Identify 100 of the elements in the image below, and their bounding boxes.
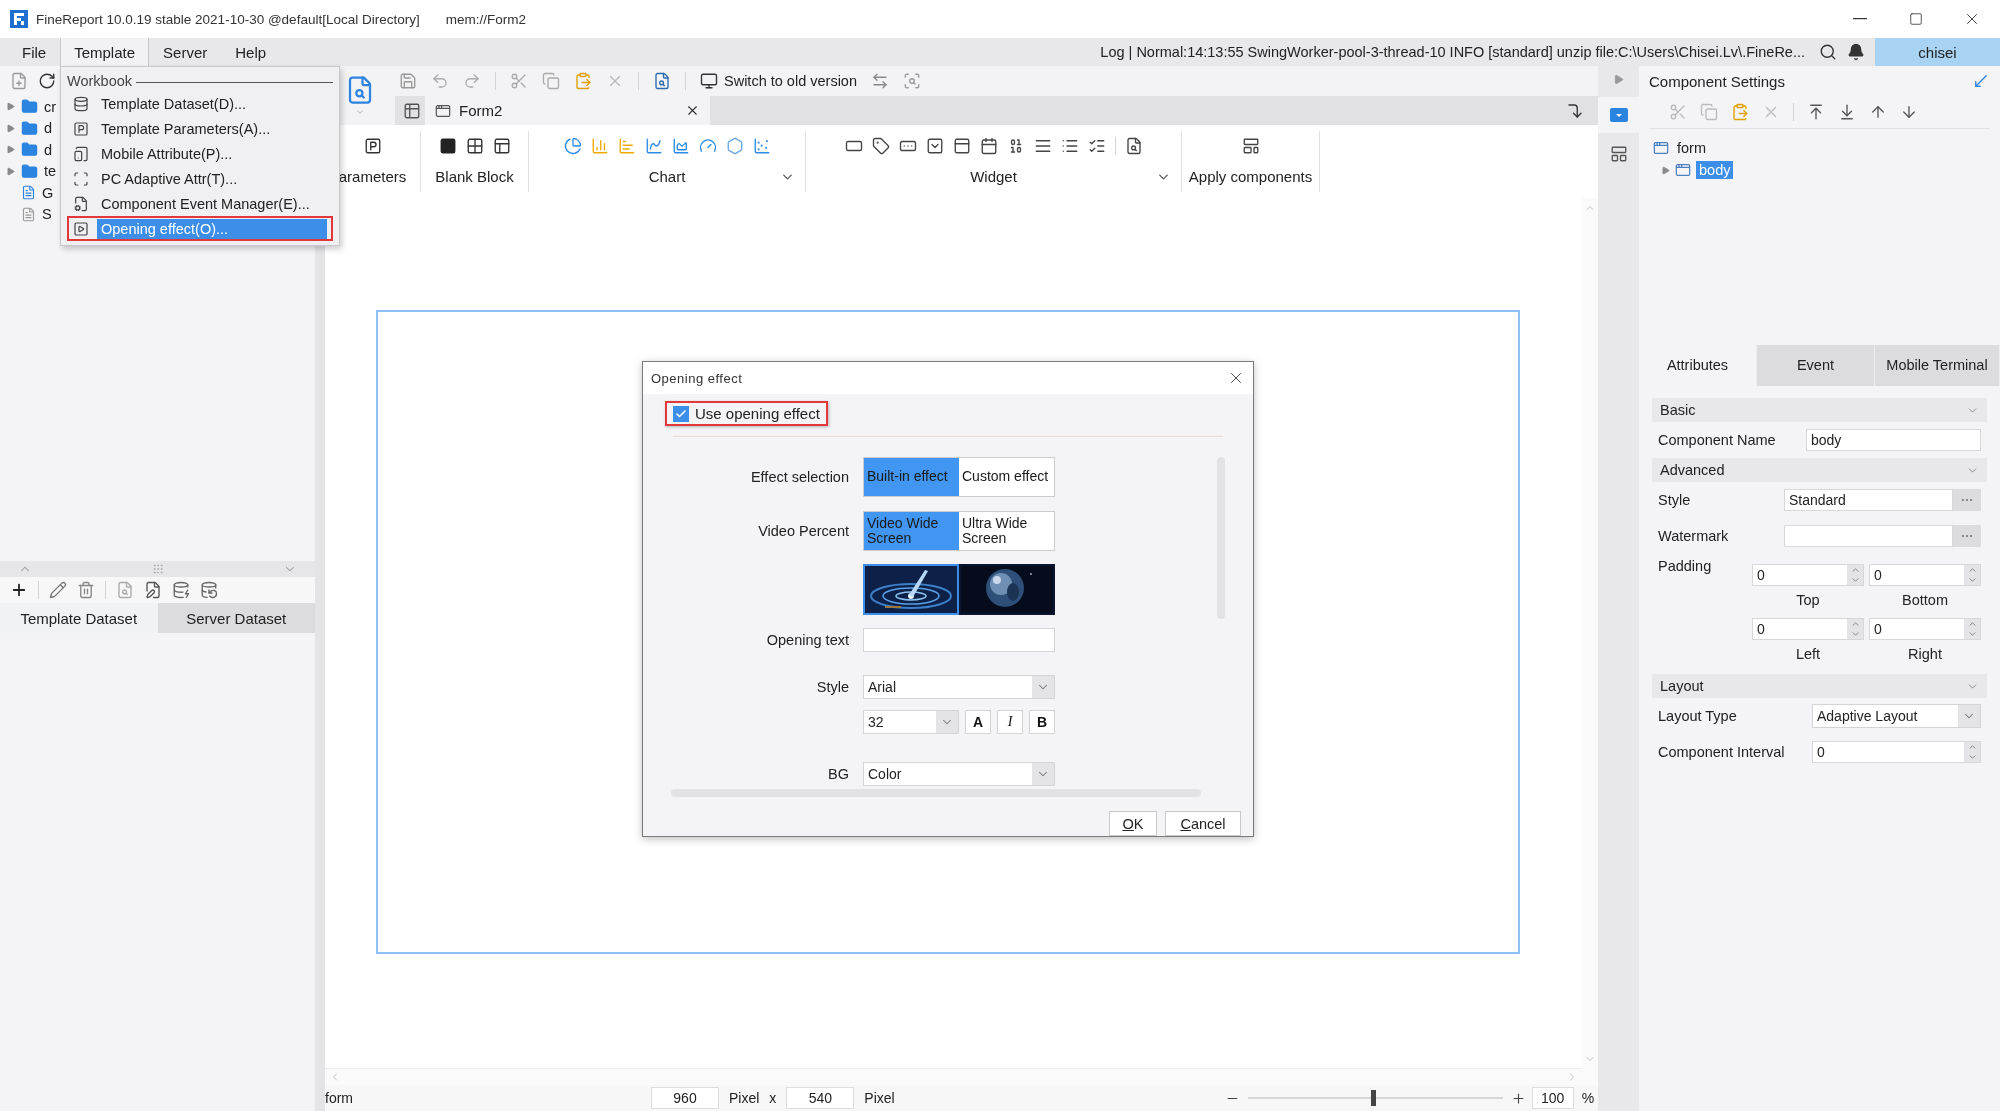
cut-icon[interactable] <box>510 72 528 90</box>
zoom-field[interactable]: 100 <box>1531 1087 1574 1109</box>
input-field[interactable]: body <box>1806 429 1981 451</box>
refresh-icon[interactable] <box>38 72 56 90</box>
menu-item[interactable]: Mobile Attribute(P)... <box>67 141 333 166</box>
text-area-icon[interactable] <box>1033 137 1052 155</box>
label-icon[interactable] <box>871 137 890 155</box>
paste-icon[interactable] <box>574 72 592 90</box>
menu-item[interactable]: Template <box>60 38 150 66</box>
move-top-icon[interactable] <box>1807 103 1825 121</box>
edit-icon[interactable] <box>49 581 67 599</box>
radar-chart-icon[interactable] <box>725 137 744 155</box>
input-field[interactable] <box>863 628 1055 652</box>
select-field[interactable]: 32 <box>863 710 959 734</box>
copy-icon[interactable] <box>542 72 560 90</box>
redo-icon[interactable] <box>463 72 481 90</box>
tab[interactable]: Event <box>1757 345 1875 386</box>
dialog-button[interactable]: Cancel <box>1165 811 1241 836</box>
expand-arrow-icon[interactable] <box>1613 74 1624 85</box>
panels-icon[interactable] <box>492 137 511 155</box>
expand-arrow-icon[interactable] <box>1661 165 1670 175</box>
segment-option[interactable]: Built-in effect <box>864 458 959 496</box>
tree-item[interactable]: d <box>44 120 53 137</box>
area-chart-icon[interactable] <box>671 137 690 155</box>
height-field[interactable]: 540 <box>786 1087 855 1109</box>
move-bottom-icon[interactable] <box>1838 103 1856 121</box>
document-tab[interactable]: Form2 <box>425 96 710 125</box>
block-icon[interactable] <box>438 137 457 155</box>
spinner-field[interactable]: 0 <box>1869 618 1981 640</box>
vertical-scrollbar[interactable] <box>1582 198 1598 1085</box>
scatter-chart-icon[interactable] <box>752 137 771 155</box>
pie-chart-icon[interactable] <box>563 137 582 155</box>
menu-item[interactable]: Template Dataset(D)... <box>67 91 333 116</box>
spinner-field[interactable]: 0 <box>1752 564 1864 586</box>
delete-icon[interactable] <box>77 581 95 599</box>
panel-icon[interactable] <box>952 137 971 155</box>
tree-item[interactable]: form <box>1674 139 1709 157</box>
grip-icon[interactable] <box>151 563 164 575</box>
new-file-icon[interactable] <box>10 72 28 90</box>
select-field[interactable]: Arial <box>863 675 1055 699</box>
tree-item[interactable]: G <box>42 184 54 201</box>
format-button[interactable]: A <box>965 710 991 734</box>
expand-arrow-icon[interactable] <box>6 102 15 112</box>
menu-item[interactable]: Help <box>221 38 281 66</box>
corner-arrow-icon[interactable] <box>1566 101 1584 120</box>
gauge-icon[interactable] <box>698 137 717 155</box>
move-up-icon[interactable] <box>1869 103 1887 121</box>
spinner-field[interactable]: 0 <box>1812 741 1981 763</box>
table-icon[interactable] <box>403 101 421 120</box>
slider-thumb[interactable] <box>1370 1090 1376 1106</box>
layout-icon[interactable] <box>1609 145 1628 163</box>
bar-chart-icon[interactable] <box>590 137 609 155</box>
checkbox-tick[interactable] <box>673 405 689 422</box>
menu-item[interactable]: Server <box>149 38 222 66</box>
section-header[interactable]: Advanced <box>1652 458 1987 482</box>
horizontal-bar-chart-icon[interactable] <box>617 137 636 155</box>
undo-icon[interactable] <box>431 72 449 90</box>
bell-icon[interactable] <box>1847 43 1865 61</box>
add-icon[interactable] <box>10 581 28 599</box>
layout-icon[interactable] <box>1241 137 1260 155</box>
checklist-icon[interactable] <box>1087 137 1106 155</box>
expand-arrow-icon[interactable] <box>6 123 15 133</box>
move-down-icon[interactable] <box>1900 103 1918 121</box>
component-panel-tab[interactable] <box>1598 97 1639 133</box>
preview-icon[interactable] <box>1124 137 1143 155</box>
search-icon[interactable] <box>1819 43 1837 61</box>
tab[interactable]: Server Dataset <box>157 603 315 633</box>
tree-item[interactable]: S <box>42 206 52 223</box>
close-icon[interactable] <box>685 103 700 118</box>
edit-file-icon[interactable] <box>144 581 162 599</box>
preview-icon[interactable] <box>653 72 671 90</box>
tab[interactable]: Mobile Terminal <box>1875 345 2000 386</box>
checkbox[interactable]: Use opening effect <box>665 401 828 426</box>
tree-item[interactable]: te <box>44 163 57 180</box>
dropdown-icon[interactable] <box>925 137 944 155</box>
database-icon[interactable] <box>200 581 218 599</box>
grid-icon[interactable] <box>465 137 484 155</box>
select-field[interactable]: Color <box>863 762 1055 786</box>
list-icon[interactable] <box>1060 137 1079 155</box>
calendar-icon[interactable] <box>979 137 998 155</box>
dialog-button[interactable]: OK <box>1109 811 1157 836</box>
input-field[interactable] <box>1784 525 1953 547</box>
menu-item[interactable]: Component Event Manager(E)... <box>67 191 333 216</box>
spinner-field[interactable]: 0 <box>1752 618 1864 640</box>
menu-item[interactable]: File <box>8 38 61 66</box>
width-field[interactable]: 960 <box>651 1087 719 1109</box>
arrow-icon[interactable] <box>1972 72 1990 90</box>
database-run-icon[interactable] <box>172 581 190 599</box>
tree-item[interactable]: d <box>44 141 53 158</box>
zoom-in-icon[interactable] <box>1510 1090 1526 1106</box>
paste-icon[interactable] <box>1731 103 1749 121</box>
swap-icon[interactable] <box>871 72 889 90</box>
select-field[interactable]: Adaptive Layout <box>1812 704 1981 728</box>
segment-option[interactable]: Video Wide Screen <box>864 512 959 550</box>
line-chart-icon[interactable] <box>644 137 663 155</box>
expand-arrow-icon[interactable] <box>6 145 15 155</box>
scan-icon[interactable] <box>903 72 921 90</box>
switch-version-button[interactable]: Switch to old version <box>700 72 857 90</box>
format-button[interactable]: I <box>997 710 1023 734</box>
input-field[interactable]: Standard <box>1784 489 1953 511</box>
